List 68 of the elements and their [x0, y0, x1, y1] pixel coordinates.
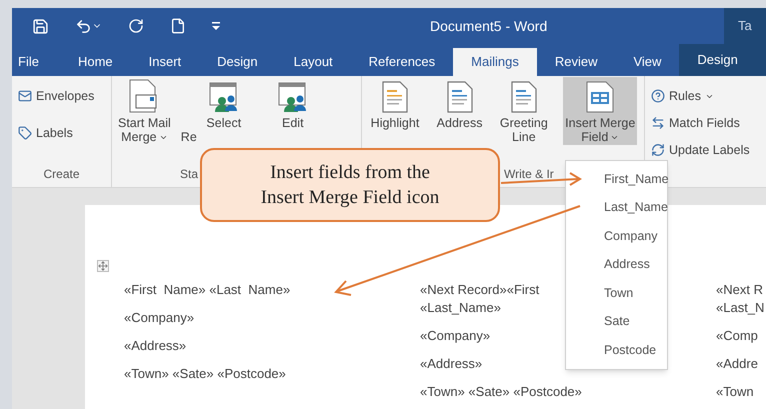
ribbon-tab[interactable]: References [350, 48, 454, 76]
menu-item[interactable]: Town [566, 279, 667, 308]
people-list-icon [276, 81, 309, 113]
group-label: Write & Ir [504, 166, 554, 183]
merge-field-text: «Town [716, 384, 754, 400]
table-move-handle-icon[interactable] [97, 260, 109, 272]
callout-text: Insert Merge Field icon [260, 186, 440, 210]
ribbon-button[interactable]: Envelopes [16, 84, 96, 108]
ribbon-tab[interactable]: Review [536, 48, 616, 76]
menu-item[interactable]: Address [566, 250, 667, 279]
menu-item[interactable]: Postcode [566, 336, 667, 364]
merge-field-text: «Town» «Sate» «Postcode» [420, 384, 582, 400]
ribbon-button[interactable]: Update Labels [649, 138, 752, 162]
ribbon-tab[interactable]: Design [199, 48, 276, 76]
refresh-icon [651, 143, 665, 157]
merge-field-text: «Last_N [716, 300, 764, 316]
ribbon-tab[interactable]: Design [679, 44, 766, 76]
ribbon-tab[interactable]: View [615, 48, 680, 76]
ribbon-button[interactable]: Select Re [178, 77, 269, 145]
ribbon-button[interactable]: Insert Merge Field [563, 77, 638, 145]
save-icon[interactable] [32, 18, 49, 34]
menu-item[interactable]: Sate [566, 308, 667, 336]
window-title: Document5 - Word [430, 16, 548, 36]
document-icon [446, 81, 473, 113]
redo-icon[interactable] [128, 18, 144, 34]
ribbon-tab[interactable]: Mailings [453, 48, 537, 76]
merge-field-text: «Next Record»«First [420, 282, 540, 298]
group-label: Sta [180, 166, 198, 183]
question-icon [651, 89, 665, 103]
merge-field-text: «Address» [124, 338, 186, 354]
ribbon-button[interactable]: Edit [274, 77, 311, 131]
ribbon-tab[interactable]: Layout [276, 48, 351, 76]
envelope-icon [18, 89, 32, 103]
table-document-icon [586, 81, 614, 113]
group-label: Create [43, 166, 80, 183]
document-icon [510, 81, 537, 113]
ribbon-button[interactable]: Start Mail Merge [116, 77, 173, 145]
label-icon [18, 126, 32, 140]
ribbon-button[interactable]: Match Fields [649, 111, 742, 135]
menu-item[interactable]: Last_Name [566, 194, 667, 222]
callout-text: Insert fields from the [270, 161, 430, 185]
people-list-icon [208, 81, 240, 113]
menu-item[interactable]: First_Name [566, 165, 667, 194]
merge-field-text: «Next R [716, 282, 763, 298]
document-icon [382, 81, 408, 113]
ribbon-button[interactable]: Greeting Line [498, 77, 550, 145]
ribbon-button[interactable]: Labels [16, 121, 75, 145]
merge-field-text: «Town» «Sate» «Postcode» [124, 366, 286, 382]
merge-field-text: «Comp [716, 328, 758, 344]
merge-field-text: «Last_Name» [420, 300, 501, 316]
ribbon-button[interactable]: Highlight [368, 77, 422, 131]
ribbon-button[interactable]: Rules [649, 84, 716, 108]
merge-field-text: «Company» [124, 310, 194, 326]
arrows-icon [651, 116, 665, 130]
ribbon-tab[interactable]: Insert [130, 48, 200, 76]
ribbon-tab[interactable]: File [12, 48, 60, 76]
customize-toolbar-icon[interactable] [212, 22, 220, 30]
context-tab-header: Ta [724, 8, 766, 44]
merge-field-text: «Addre [716, 356, 758, 372]
document-envelope-icon [129, 79, 160, 113]
menu-item[interactable]: Company [566, 222, 667, 250]
ribbon-button[interactable]: Address [434, 77, 485, 131]
merge-field-text: «Company» [420, 328, 490, 344]
merge-field-text: «First Name» «Last Name» [124, 282, 290, 298]
merge-field-text: «Address» [420, 356, 482, 372]
new-document-icon[interactable] [170, 18, 186, 34]
ribbon-tab[interactable]: Home [60, 48, 131, 76]
undo-icon[interactable] [75, 18, 102, 34]
